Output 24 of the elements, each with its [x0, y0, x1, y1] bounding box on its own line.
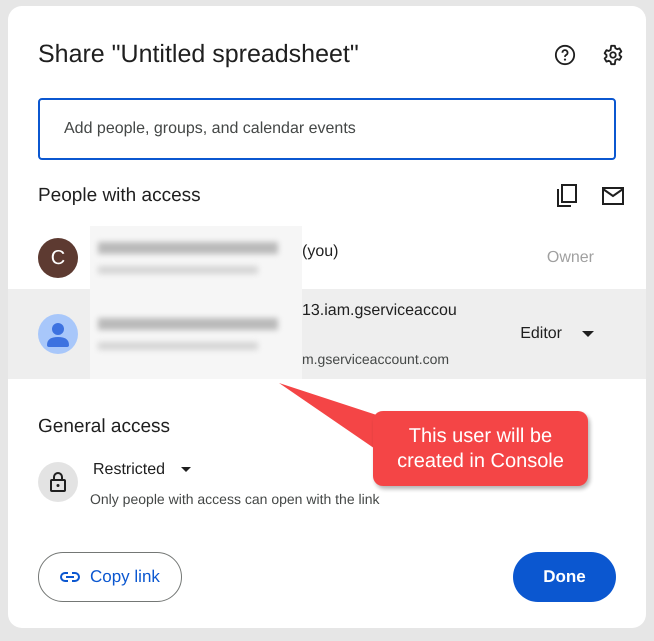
person-icon	[38, 314, 78, 354]
access-description: Only people with access can open with the link	[90, 490, 380, 509]
copy-icon[interactable]	[556, 184, 578, 208]
person-row[interactable]: 13.iam.gserviceaccou m.gserviceaccount.com Editor	[8, 289, 646, 379]
person-name: 13.iam.gserviceaccou	[302, 300, 457, 320]
done-button[interactable]: Done	[513, 552, 616, 602]
caret-icon	[582, 331, 594, 337]
help-icon[interactable]	[554, 44, 576, 66]
avatar: C	[38, 238, 78, 278]
settings-icon[interactable]	[602, 44, 624, 66]
role-dropdown[interactable]: Editor	[520, 322, 594, 346]
person-email: m.gserviceaccount.com	[302, 350, 450, 369]
dialog-title: Share "Untitled spreadsheet"	[38, 39, 360, 70]
role-label: Owner	[546, 248, 594, 268]
person-name: (you)	[302, 242, 338, 262]
section-heading: General access	[38, 415, 170, 439]
copy-link-button[interactable]: Copy link	[38, 552, 182, 602]
link-icon	[60, 572, 80, 582]
lock-icon	[38, 462, 78, 502]
section-heading: People with access	[38, 184, 202, 208]
search-field[interactable]: Add people, groups, and calendar events	[38, 98, 616, 160]
caret-icon	[181, 467, 192, 472]
access-dropdown[interactable]: Restricted	[90, 456, 192, 484]
email-icon[interactable]	[602, 186, 624, 205]
